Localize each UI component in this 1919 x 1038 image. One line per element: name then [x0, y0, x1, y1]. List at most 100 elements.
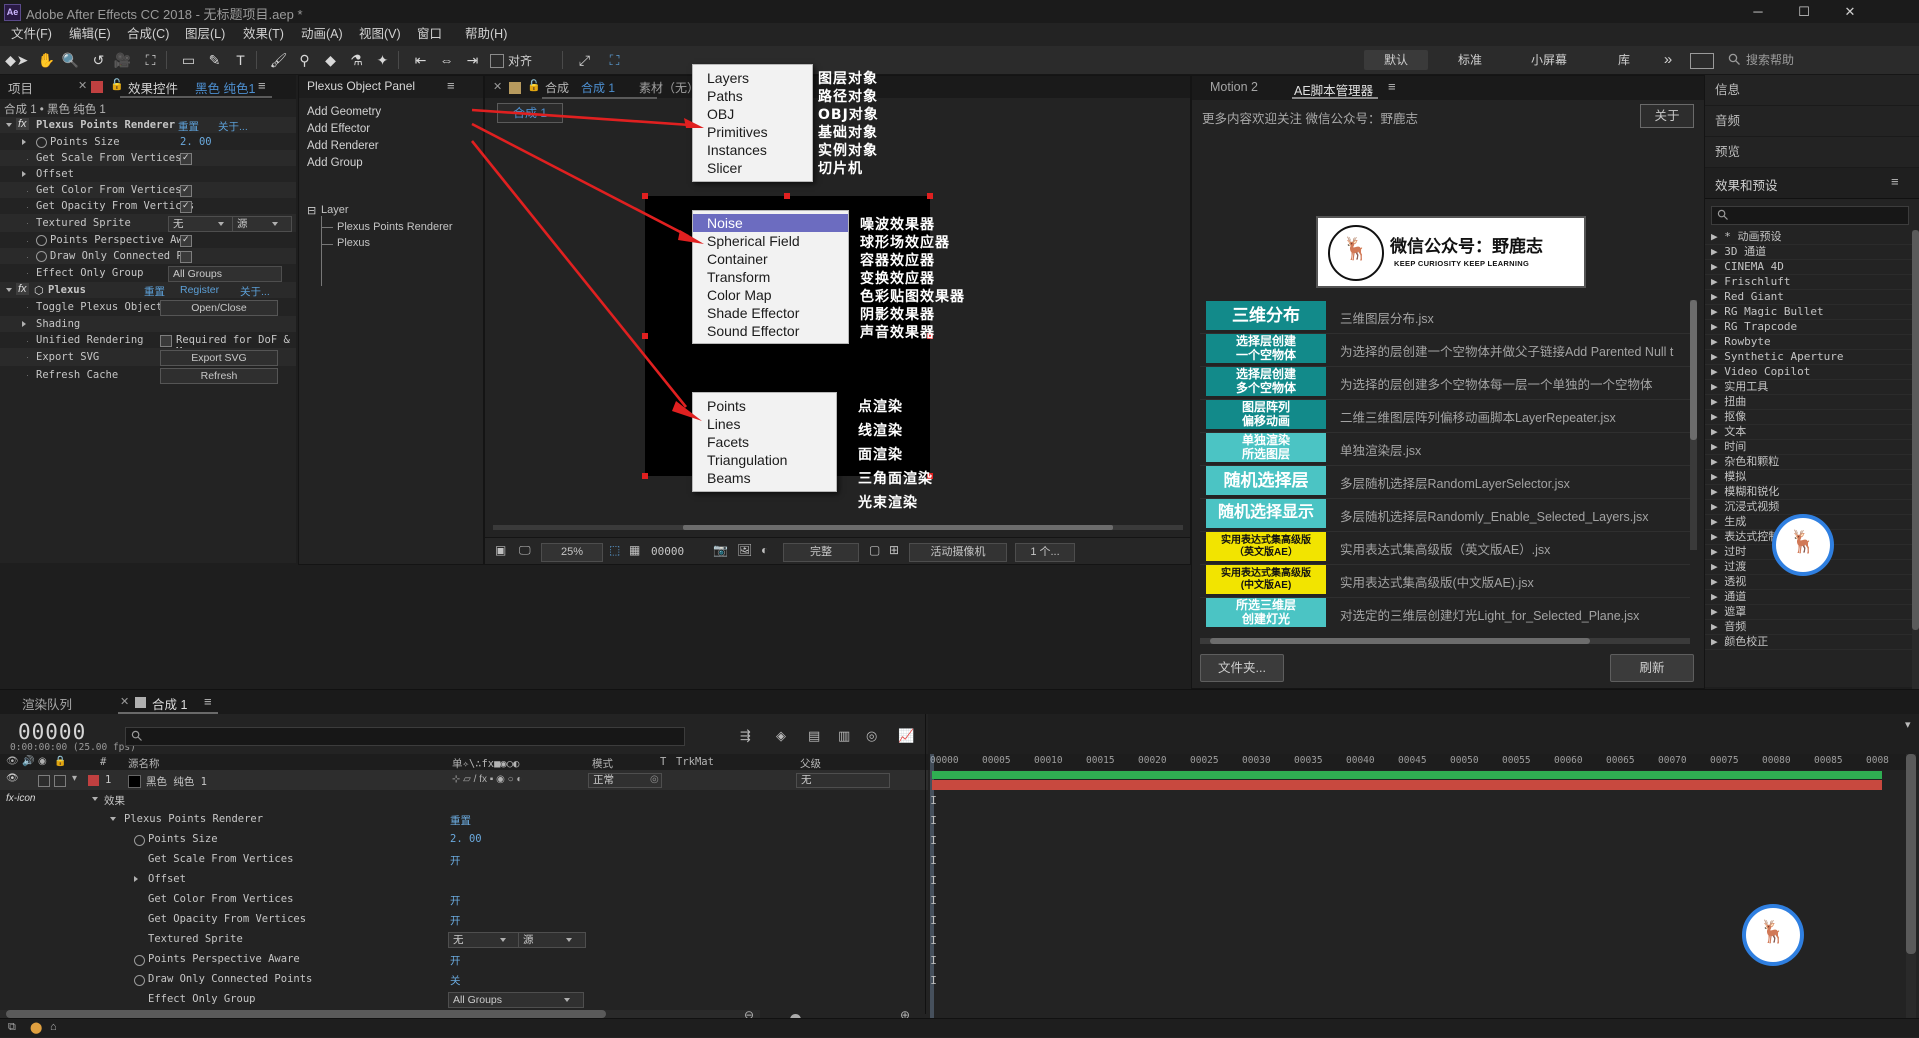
label-color-icon[interactable]: ▾ — [72, 773, 77, 784]
effects-category-row[interactable]: ▶ 实用工具 — [1705, 380, 1912, 395]
textured-sprite-dropdown[interactable]: 无 — [448, 932, 520, 948]
param-export-svg[interactable]: · Export SVG Export SVG — [0, 348, 296, 366]
list-item[interactable]: 图层阵列 偏移动画 二维三维图层阵列偏移动画脚本LayerRepeater.js… — [1200, 399, 1690, 433]
panel-preview[interactable]: 预览 — [1705, 137, 1919, 168]
param-get-opacity-from-vertices[interactable]: · Get Opacity From Vertices — [0, 198, 296, 214]
panel-menu-icon[interactable]: ≡ — [1891, 174, 1899, 189]
eraser-icon-2[interactable]: ◆ — [320, 50, 341, 70]
property-value[interactable]: 开 — [450, 913, 461, 928]
param-draw-only-connected-points[interactable]: · Draw Only Connected Po — [0, 248, 296, 264]
stopwatch-icon[interactable] — [36, 137, 47, 148]
chevron-right-icon[interactable]: ▶ — [1711, 605, 1724, 618]
menu-composition[interactable]: 合成(C) — [120, 23, 176, 46]
effects-category-row[interactable]: ▶ 3D 通道 — [1705, 245, 1912, 260]
timeline-hscrollbar[interactable] — [0, 1010, 760, 1018]
param-unified-rendering[interactable]: · Unified Rendering Required for DoF & M… — [0, 332, 296, 358]
current-time-display[interactable]: 00000 — [18, 720, 86, 744]
menu-item-beams[interactable]: Beams — [693, 469, 836, 487]
param-get-color-from-vertices[interactable]: · Get Color From Vertices — [0, 182, 296, 198]
table-row[interactable]: Textured Sprite 无 源 — [0, 930, 928, 950]
disclosure-triangle-icon[interactable] — [110, 817, 116, 821]
timeline-ruler[interactable]: 00000 00005 00010 00015 00020 00025 00030 00035… — [928, 754, 1919, 770]
disclosure-triangle-icon[interactable] — [22, 321, 26, 327]
param-offset-group[interactable]: Offset — [0, 166, 296, 182]
effects-category-row[interactable]: ▶ 遮罩 — [1705, 605, 1912, 620]
stopwatch-icon[interactable] — [134, 955, 145, 966]
param-checkbox[interactable] — [180, 235, 192, 247]
align-left-icon[interactable]: ⇤ — [410, 50, 431, 70]
quality-dropdown[interactable]: 完整 — [783, 543, 859, 562]
script-badge[interactable]: 三维分布 — [1206, 301, 1326, 330]
chevron-right-icon[interactable]: ▶ — [1711, 470, 1724, 483]
comp-timecode[interactable]: 00000 — [651, 543, 684, 560]
warning-icon[interactable]: ⬤ — [30, 1021, 42, 1034]
toggle-switches-icon[interactable]: ⧉ — [8, 1021, 16, 1034]
pan-behind-icon[interactable]: ⛶ — [140, 50, 161, 70]
tab-footage[interactable]: 素材（无） — [639, 79, 699, 96]
textured-sprite-dropdown[interactable]: 无 — [168, 216, 236, 232]
zoom-icon[interactable]: 🔍 — [60, 50, 81, 70]
chevron-right-icon[interactable]: ▶ — [1711, 425, 1724, 438]
chevron-right-icon[interactable]: ▶ — [1711, 590, 1724, 603]
param-effect-only-group[interactable]: · Effect Only Group All Groups — [0, 264, 296, 282]
script-list-scrollbar-thumb[interactable] — [1690, 300, 1697, 440]
menu-animation[interactable]: 动画(A) — [294, 23, 350, 46]
effects-category-row[interactable]: ▶ * 动画预设 — [1705, 230, 1912, 245]
show-snapshot-icon[interactable]: 🖼 — [737, 543, 752, 557]
menu-edit[interactable]: 编辑(E) — [62, 23, 118, 46]
param-shading-group[interactable]: Shading — [0, 316, 296, 332]
effects-list-scrollbar-thumb[interactable] — [1912, 230, 1919, 630]
chevron-right-icon[interactable]: ▶ — [1711, 395, 1724, 408]
composition-mini-flowchart-icon[interactable]: ⇶ — [740, 728, 751, 744]
close-icon[interactable]: ✕ — [120, 695, 129, 708]
grid-icon[interactable]: ⛶ — [604, 50, 625, 70]
param-get-scale-from-vertices[interactable]: · Get Scale From Vertices — [0, 150, 296, 166]
table-row[interactable]: Effect Only Group All Groups — [0, 990, 928, 1010]
script-badge[interactable]: 选择层创建 一个空物体 — [1206, 334, 1326, 363]
list-item[interactable]: 随机选择显示 多层随机选择层Randomly_Enable_Selected_L… — [1200, 498, 1690, 532]
effects-category-row[interactable]: ▶ Video Copilot — [1705, 365, 1912, 380]
timeline-options-icon[interactable]: ▾ — [1905, 718, 1917, 732]
view-dropdown[interactable]: 活动摄像机 — [909, 543, 1007, 562]
tab-comp-1[interactable]: 合成 1 — [152, 694, 187, 713]
zoom-level-dropdown[interactable]: 25% — [541, 543, 603, 562]
export-svg-button[interactable]: Export SVG — [160, 350, 278, 366]
property-value[interactable]: 开 — [450, 853, 461, 868]
guides-icon[interactable]: ⊞ — [889, 543, 899, 557]
info-icon[interactable]: ⌂ — [50, 1021, 57, 1033]
menu-layer[interactable]: 图层(L) — [178, 23, 232, 46]
param-points-size[interactable]: Points Size 2. 00 — [0, 134, 296, 150]
comp-scrollbar-thumb[interactable] — [683, 525, 1113, 530]
table-row[interactable]: Draw Only Connected Points 关 — [0, 970, 928, 990]
tab-project[interactable]: 项目 — [8, 78, 33, 97]
timeline-vscrollbar-thumb[interactable] — [1906, 754, 1916, 954]
region-of-interest-icon[interactable]: ⬚ — [609, 543, 620, 557]
param-checkbox[interactable] — [180, 251, 192, 263]
timeline-vscrollbar[interactable] — [1906, 754, 1916, 1024]
menu-effect[interactable]: 效果(T) — [236, 23, 291, 46]
add-group-button[interactable]: Add Group — [307, 157, 363, 169]
chevron-right-icon[interactable]: ▶ — [1711, 365, 1724, 378]
workspace-icon[interactable] — [1690, 53, 1714, 69]
puppet-pin-icon[interactable]: ✦ — [372, 50, 393, 70]
menu-help[interactable]: 帮助(H) — [458, 23, 514, 46]
list-item[interactable]: 实用表达式集高级版 （英文版AE） 实用表达式集高级版（英文版AE）.jsx — [1200, 531, 1690, 565]
about-button[interactable]: 关于 — [1640, 104, 1694, 128]
clone-stamp-icon[interactable]: ⚲ — [294, 50, 315, 70]
add-renderer-button[interactable]: Add Renderer — [307, 140, 379, 152]
script-badge[interactable]: 所选三维层 创建灯光 — [1206, 598, 1326, 627]
tree-expand-icon[interactable]: ⊟ — [307, 204, 316, 217]
align-checkbox[interactable] — [490, 54, 504, 68]
workspace-standard[interactable]: 标准 — [1438, 50, 1502, 70]
layer-parent-dropdown[interactable]: 无 — [796, 773, 890, 788]
eye-icon[interactable]: 👁 — [6, 756, 19, 767]
script-badge[interactable]: 实用表达式集高级版 (中文版AE) — [1206, 565, 1326, 594]
column-parent[interactable]: 父级 — [800, 756, 821, 771]
script-badge[interactable]: 实用表达式集高级版 （英文版AE） — [1206, 532, 1326, 561]
script-list[interactable]: 三维分布 三维图层分布.jsx 选择层创建 一个空物体 为选择的层创建一个空物体… — [1200, 300, 1690, 630]
workspace-library[interactable]: 库 — [1596, 50, 1652, 70]
tab-effect-controls[interactable]: 效果控件 — [128, 78, 178, 97]
lock-icon[interactable]: 🔓 — [110, 78, 124, 91]
chevron-right-icon[interactable]: ▶ — [1711, 455, 1724, 468]
tree-item-plexus[interactable]: Plexus — [337, 237, 370, 249]
